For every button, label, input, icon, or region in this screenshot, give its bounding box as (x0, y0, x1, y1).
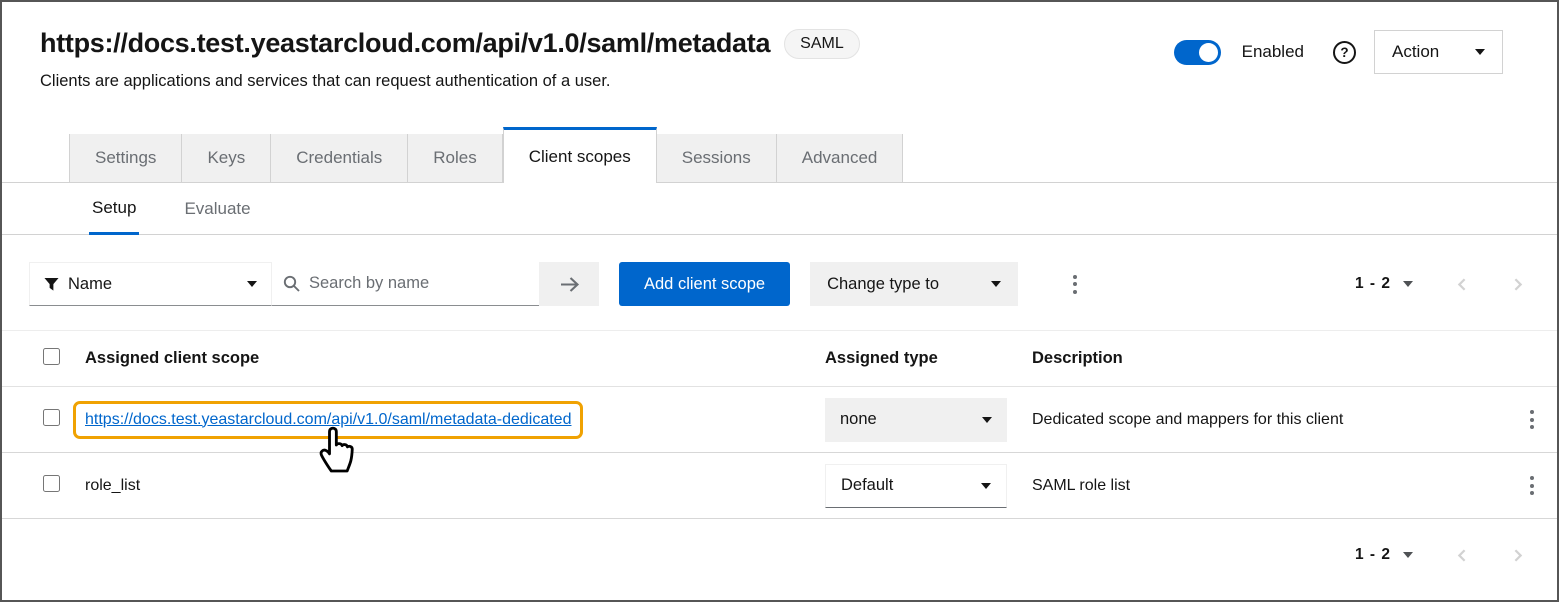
search-box (272, 262, 539, 306)
row-kebab-menu-button[interactable] (1521, 405, 1543, 435)
change-type-dropdown[interactable]: Change type to (810, 262, 1018, 306)
enabled-toggle[interactable] (1174, 40, 1221, 65)
tab-advanced[interactable]: Advanced (777, 134, 904, 182)
chevron-down-icon (247, 281, 257, 287)
row-checkbox[interactable] (43, 409, 60, 426)
chevron-right-icon (1511, 277, 1525, 292)
pagination-next-button[interactable] (1511, 277, 1525, 292)
pagination-next-button[interactable] (1511, 548, 1525, 563)
header-controls: Enabled ? Action (1174, 30, 1503, 74)
add-client-scope-button[interactable]: Add client scope (619, 262, 790, 306)
kebab-menu-button[interactable] (1064, 269, 1086, 299)
page-title: https://docs.test.yeastarcloud.com/api/v… (40, 28, 770, 59)
protocol-badge: SAML (784, 29, 860, 59)
chevron-down-icon (991, 281, 1001, 287)
kebab-icon (1530, 476, 1534, 480)
subtab-setup[interactable]: Setup (89, 183, 139, 235)
assigned-type-value: Default (841, 476, 893, 495)
chevron-down-icon (982, 417, 992, 423)
table-row: role_list Default SAML role list (2, 453, 1557, 519)
chevron-down-icon (1475, 49, 1485, 55)
filter-type-label: Name (68, 275, 112, 294)
enabled-label: Enabled (1242, 42, 1304, 62)
scope-name: role_list (85, 477, 825, 495)
tab-keys[interactable]: Keys (182, 134, 271, 182)
search-submit-button[interactable] (539, 262, 599, 306)
pagination-bottom: 1 - 2 (1355, 546, 1525, 564)
chevron-down-icon (1403, 281, 1413, 287)
chevron-down-icon (1403, 552, 1413, 558)
dedicated-scope-link[interactable]: https://docs.test.yeastarcloud.com/api/v… (85, 411, 571, 428)
client-details-page: https://docs.test.yeastarcloud.com/api/v… (0, 0, 1559, 602)
column-header-scope: Assigned client scope (85, 349, 825, 368)
search-input[interactable] (309, 274, 528, 293)
action-dropdown-label: Action (1392, 42, 1439, 62)
column-header-description: Description (1032, 349, 1493, 368)
toolbar: Name Add client scope Change type to 1 -… (29, 262, 1525, 306)
filter-type-dropdown[interactable]: Name (29, 262, 272, 306)
row-kebab-menu-button[interactable] (1521, 471, 1543, 501)
subtab-evaluate[interactable]: Evaluate (181, 183, 253, 234)
pagination-range-label: 1 - 2 (1355, 275, 1391, 293)
column-header-type: Assigned type (825, 349, 1032, 368)
pagination-top: 1 - 2 (1355, 275, 1525, 293)
tab-credentials[interactable]: Credentials (271, 134, 408, 182)
toggle-knob-icon (1199, 43, 1218, 62)
assigned-type-dropdown[interactable]: none (825, 398, 1007, 442)
pagination-bottom-wrap: 1 - 2 (2, 546, 1525, 564)
highlight-annotation-box: https://docs.test.yeastarcloud.com/api/v… (73, 401, 583, 439)
tab-settings[interactable]: Settings (69, 134, 182, 182)
pagination-range-dropdown[interactable]: 1 - 2 (1355, 546, 1413, 564)
filter-funnel-icon (44, 277, 59, 292)
tab-client-scopes[interactable]: Client scopes (503, 127, 657, 183)
page-subtitle: Clients are applications and services th… (2, 72, 1557, 91)
chevron-left-icon (1455, 548, 1469, 563)
pagination-prev-button[interactable] (1455, 548, 1469, 563)
table-header-row: Assigned client scope Assigned type Desc… (2, 331, 1557, 387)
pagination-prev-button[interactable] (1455, 277, 1469, 292)
assigned-type-value: none (840, 410, 877, 429)
row-checkbox[interactable] (43, 475, 60, 492)
help-icon[interactable]: ? (1333, 41, 1356, 64)
change-type-label: Change type to (827, 275, 939, 294)
arrow-right-icon (559, 276, 580, 293)
scope-description: SAML role list (1032, 477, 1493, 495)
subtab-bar: Setup Evaluate (2, 183, 1557, 235)
chevron-right-icon (1511, 548, 1525, 563)
tab-roles[interactable]: Roles (408, 134, 502, 182)
chevron-left-icon (1455, 277, 1469, 292)
kebab-icon (1530, 410, 1534, 414)
tab-bar: Settings Keys Credentials Roles Client s… (2, 128, 1557, 183)
action-dropdown[interactable]: Action (1374, 30, 1503, 74)
scope-description: Dedicated scope and mappers for this cli… (1032, 411, 1493, 429)
select-all-checkbox[interactable] (43, 348, 60, 365)
assigned-type-dropdown[interactable]: Default (825, 464, 1007, 508)
pagination-range-dropdown[interactable]: 1 - 2 (1355, 275, 1413, 293)
client-scopes-table: Assigned client scope Assigned type Desc… (2, 330, 1557, 519)
search-icon (283, 275, 300, 292)
pagination-range-label: 1 - 2 (1355, 546, 1391, 564)
table-row: https://docs.test.yeastarcloud.com/api/v… (2, 387, 1557, 453)
kebab-icon (1073, 275, 1077, 279)
chevron-down-icon (981, 483, 991, 489)
tab-sessions[interactable]: Sessions (657, 134, 777, 182)
